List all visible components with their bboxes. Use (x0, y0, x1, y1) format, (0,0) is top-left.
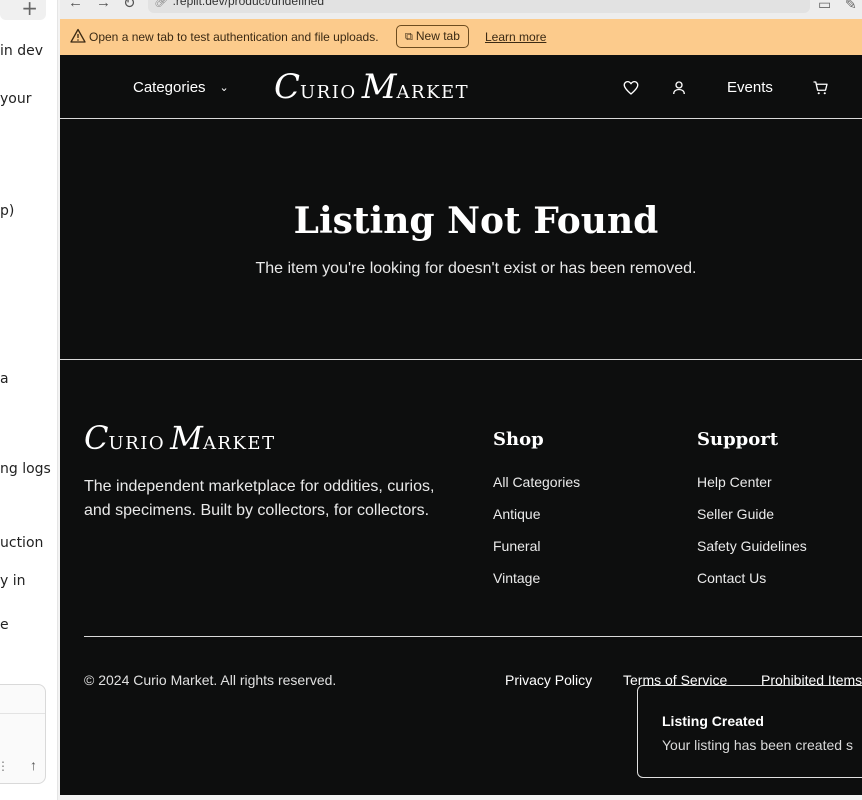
not-found-section: Listing Not Found The item you're lookin… (60, 120, 862, 360)
chat-text-fragment: uction (0, 535, 44, 551)
new-chat-button[interactable]: + (0, 0, 46, 20)
events-link[interactable]: Events (727, 79, 773, 96)
not-found-message: The item you're looking for doesn't exis… (255, 260, 697, 277)
chat-text-fragment: ng logs (0, 461, 51, 477)
toast-notification[interactable]: Listing Created Your listing has been cr… (637, 685, 862, 778)
notice-banner: Open a new tab to test authentication an… (60, 19, 862, 55)
chat-text-fragment: a (0, 371, 9, 387)
privacy-policy-link[interactable]: Privacy Policy (505, 672, 592, 688)
url-text: .replit.dev/product/undefined (172, 0, 325, 8)
external-link-icon: ⧉ (405, 31, 413, 43)
learn-more-link[interactable]: Learn more (485, 30, 546, 44)
footer-link-help-center[interactable]: Help Center (697, 474, 772, 490)
footer-divider (84, 636, 862, 637)
toast-title: Listing Created (662, 713, 764, 729)
logo-text: URIO (108, 433, 166, 454)
logo-letter: C (84, 419, 109, 457)
logo-text: ARKET (202, 433, 276, 454)
footer-link-seller-guide[interactable]: Seller Guide (697, 506, 774, 522)
footer-link-contact-us[interactable]: Contact Us (697, 570, 766, 586)
logo-text: URIO (300, 82, 357, 103)
footer-link-safety-guidelines[interactable]: Safety Guidelines (697, 538, 807, 554)
banner-message: Open a new tab to test authentication an… (89, 30, 379, 44)
attach-icon[interactable]: ⋮ (0, 759, 9, 773)
footer-link-all-categories[interactable]: All Categories (493, 474, 580, 490)
site-header: Categories ⌄ CURIO MARKET Events (60, 55, 862, 119)
toast-message: Your listing has been created s (662, 737, 853, 753)
footer-link-antique[interactable]: Antique (493, 506, 540, 522)
heart-icon[interactable] (622, 79, 640, 97)
new-tab-button[interactable]: ⧉ New tab (396, 25, 469, 48)
footer-link-vintage[interactable]: Vintage (493, 570, 540, 586)
logo-letter: M (361, 67, 397, 107)
browser-toolbar: ← → ↻ 🔗︎ .replit.dev/product/undefined ▭… (60, 0, 862, 19)
address-bar[interactable]: 🔗︎ .replit.dev/product/undefined (148, 0, 810, 13)
shop-heading: Shop (493, 429, 544, 450)
chevron-down-icon: ⌄ (219, 82, 229, 94)
assistant-panel: + in dev your p) a ng logs uction y in e… (0, 0, 58, 800)
chat-text-fragment: e (0, 617, 9, 633)
logo-letter: C (274, 67, 301, 107)
forward-icon[interactable]: → (96, 0, 111, 11)
site-page: Categories ⌄ CURIO MARKET Events Listing … (60, 55, 862, 795)
back-icon[interactable]: ← (68, 0, 83, 11)
link-icon: 🔗︎ (154, 0, 173, 8)
copyright: © 2024 Curio Market. All rights reserved… (84, 672, 337, 688)
footer-logo[interactable]: CURIO MARKET (84, 419, 276, 457)
divider (0, 713, 45, 714)
cart-icon[interactable] (812, 79, 830, 97)
categories-menu[interactable]: Categories ⌄ (133, 79, 229, 96)
plus-icon: + (21, 0, 38, 20)
chat-text-fragment: p) (0, 203, 15, 219)
send-arrow-icon[interactable]: ↑ (30, 757, 37, 773)
chat-text-fragment: in dev (0, 43, 43, 59)
tools-icon[interactable]: ✎ (845, 0, 857, 13)
user-icon[interactable] (670, 79, 688, 97)
site-logo[interactable]: CURIO MARKET (274, 67, 469, 107)
categories-label: Categories (133, 79, 206, 96)
new-tab-label: New tab (415, 29, 460, 43)
devices-icon[interactable]: ▭ (818, 0, 831, 13)
footer-tagline: The independent marketplace for oddities… (84, 478, 435, 519)
support-heading: Support (697, 429, 779, 450)
chat-text-fragment: your (0, 91, 32, 107)
chat-input[interactable]: ⋮ ↑ (0, 684, 46, 784)
logo-text: ARKET (396, 82, 470, 103)
chat-text-fragment: y in (0, 573, 26, 589)
warning-icon (70, 28, 86, 43)
page-title: Listing Not Found (293, 200, 659, 242)
logo-letter: M (170, 419, 203, 457)
footer-link-funeral[interactable]: Funeral (493, 538, 540, 554)
reload-icon[interactable]: ↻ (123, 0, 136, 12)
